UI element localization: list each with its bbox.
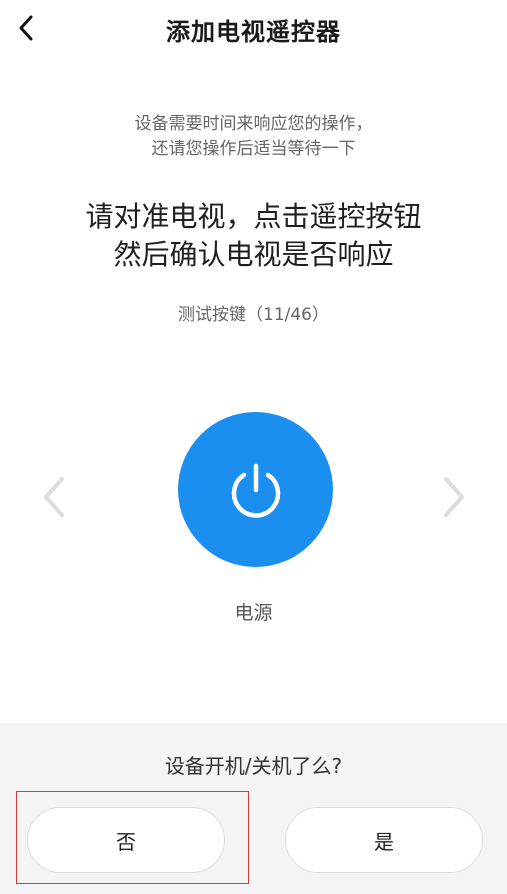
power-icon: [231, 463, 280, 518]
yes-button[interactable]: 是: [285, 807, 483, 873]
header-bar: 添加电视遥控器: [0, 0, 507, 56]
power-key-button[interactable]: [178, 412, 333, 567]
chevron-left-icon: [44, 477, 64, 517]
chevron-right-icon: [444, 477, 464, 517]
page-title: 添加电视遥控器: [166, 18, 341, 46]
instruction-text: 请对准电视，点击遥控按钮 然后确认电视是否响应: [0, 198, 507, 274]
instruction-line-1: 请对准电视，点击遥控按钮: [85, 200, 422, 233]
no-button[interactable]: 否: [27, 807, 225, 873]
hint-line-2: 还请您操作后适当等待一下: [151, 139, 356, 159]
previous-key-button[interactable]: [36, 474, 72, 520]
confirm-question: 设备开机/关机了么?: [164, 754, 343, 778]
next-key-button[interactable]: [436, 474, 472, 520]
key-label: 电源: [234, 602, 273, 624]
hint-line-1: 设备需要时间来响应您的操作，: [134, 114, 373, 134]
instruction-line-2: 然后确认电视是否响应: [113, 238, 394, 271]
hint-text: 设备需要时间来响应您的操作， 还请您操作后适当等待一下: [0, 112, 507, 162]
test-progress: 测试按键（11/46）: [178, 305, 329, 325]
